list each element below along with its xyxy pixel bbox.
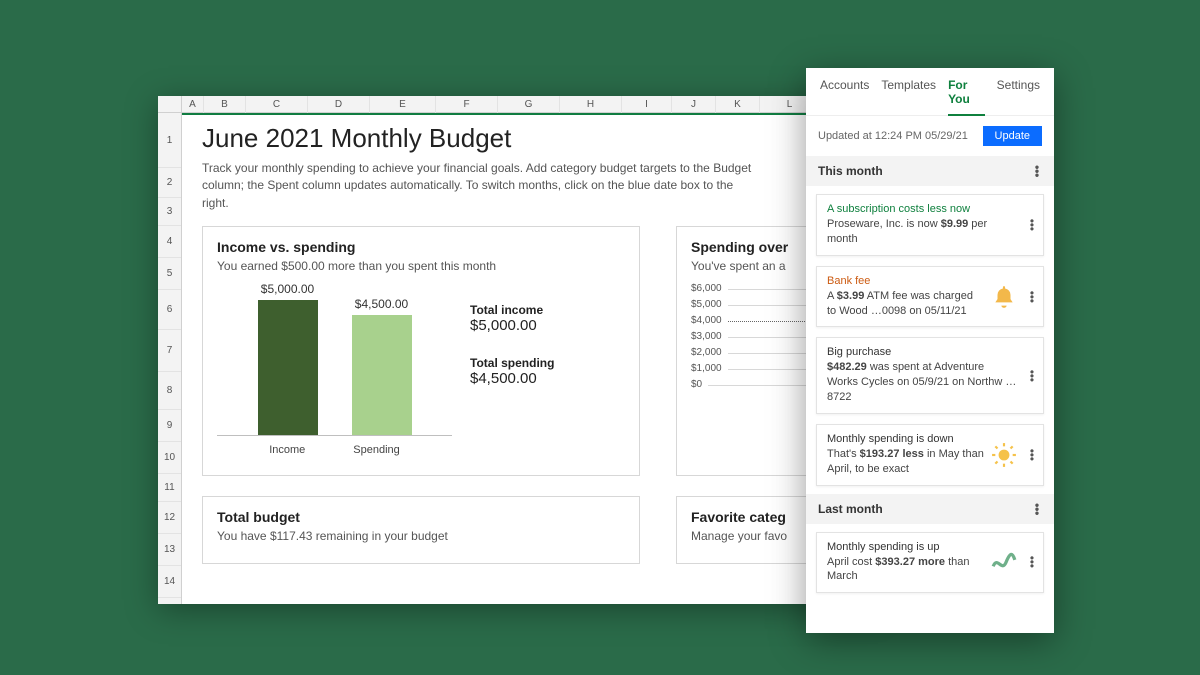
bar-spending-value: $4,500.00	[342, 297, 422, 311]
row-14[interactable]: 14	[158, 566, 181, 598]
insight-big-purchase[interactable]: Big purchase $482.29 was spent at Advent…	[816, 337, 1044, 414]
row-7[interactable]: 7	[158, 330, 181, 372]
row-12[interactable]: 12	[158, 502, 181, 534]
insight-body: April cost $393.27 more than March	[827, 555, 985, 585]
col-i[interactable]: I	[622, 96, 672, 113]
col-k[interactable]: K	[716, 96, 760, 113]
insight-subscription[interactable]: A subscription costs less now Proseware,…	[816, 194, 1044, 256]
bar-income-value: $5,000.00	[248, 282, 328, 296]
total-budget-card: Total budget You have $117.43 remaining …	[202, 496, 640, 564]
col-b[interactable]: B	[204, 96, 246, 113]
page-title: June 2021 Monthly Budget	[202, 123, 878, 154]
insight-bank-fee[interactable]: Bank fee A $3.99 ATM fee was charged to …	[816, 266, 1044, 328]
total-spending-hdr: Total spending	[470, 356, 554, 370]
row-9[interactable]: 9	[158, 410, 181, 442]
insight-headline: Bank fee	[827, 275, 985, 287]
row-10[interactable]: 10	[158, 442, 181, 474]
totalbudget-title: Total budget	[217, 509, 625, 525]
tab-for-you[interactable]: For You	[948, 78, 985, 116]
pane-tabs: Accounts Templates For You Settings	[806, 68, 1054, 116]
col-c[interactable]: C	[246, 96, 308, 113]
insight-headline: A subscription costs less now	[827, 203, 1017, 215]
bar-income: $5,000.00	[258, 300, 318, 435]
totalbudget-sub: You have $117.43 remaining in your budge…	[217, 529, 625, 543]
total-spending-val: $4,500.00	[470, 370, 554, 387]
section-last-month: Last month •••	[806, 494, 1054, 524]
col-g[interactable]: G	[498, 96, 560, 113]
insight-body: That's $193.27 less in May than April, t…	[827, 447, 985, 477]
select-all-cell[interactable]	[158, 96, 182, 112]
row-13[interactable]: 13	[158, 534, 181, 566]
more-icon[interactable]: •••	[1032, 503, 1042, 515]
more-icon[interactable]: •••	[1027, 219, 1037, 231]
bar-spending: $4,500.00	[352, 315, 412, 435]
bar-spending-label: Spending	[353, 444, 400, 456]
updated-text: Updated at 12:24 PM 05/29/21	[818, 130, 968, 142]
income-vs-spending-card: Income vs. spending You earned $500.00 m…	[202, 226, 640, 476]
total-income-val: $5,000.00	[470, 317, 554, 334]
this-month-cards: A subscription costs less now Proseware,…	[806, 186, 1054, 494]
sun-icon	[991, 442, 1017, 468]
col-d[interactable]: D	[308, 96, 370, 113]
page-subtitle: Track your monthly spending to achieve y…	[202, 160, 762, 212]
insight-body: $482.29 was spent at Adventure Works Cyc…	[827, 360, 1017, 405]
insight-headline: Monthly spending is down	[827, 433, 985, 445]
insight-headline: Big purchase	[827, 346, 1017, 358]
tab-templates[interactable]: Templates	[881, 78, 936, 115]
cell-grid[interactable]: June 2021 Monthly Budget Track your mont…	[182, 113, 878, 604]
col-h[interactable]: H	[560, 96, 622, 113]
more-icon[interactable]: •••	[1027, 449, 1037, 461]
spreadsheet-window: A B C D E F G H I J K L 1 2 3 4 5 6 7 8 …	[158, 96, 878, 604]
ivs-chart: $5,000.00 $4,500.00 Income Spending	[217, 281, 452, 456]
tab-accounts[interactable]: Accounts	[820, 78, 869, 115]
insight-body: Proseware, Inc. is now $9.99 per month	[827, 217, 1017, 247]
row-headers: 1 2 3 4 5 6 7 8 9 10 11 12 13 14	[158, 113, 182, 604]
more-icon[interactable]: •••	[1032, 165, 1042, 177]
more-icon[interactable]: •••	[1027, 291, 1037, 303]
col-a[interactable]: A	[182, 96, 204, 113]
row-2[interactable]: 2	[158, 168, 181, 198]
col-f[interactable]: F	[436, 96, 498, 113]
insight-body: A $3.99 ATM fee was charged to Wood …009…	[827, 289, 985, 319]
row-6[interactable]: 6	[158, 290, 181, 330]
row-11[interactable]: 11	[158, 474, 181, 502]
more-icon[interactable]: •••	[1027, 370, 1037, 382]
ivs-sub: You earned $500.00 more than you spent t…	[217, 259, 625, 273]
row-1[interactable]: 1	[158, 113, 181, 168]
col-e[interactable]: E	[370, 96, 436, 113]
row-5[interactable]: 5	[158, 258, 181, 290]
insight-spending-down[interactable]: Monthly spending is down That's $193.27 …	[816, 424, 1044, 486]
row-3[interactable]: 3	[158, 198, 181, 226]
bell-icon	[991, 284, 1017, 310]
row-8[interactable]: 8	[158, 372, 181, 410]
for-you-pane: Accounts Templates For You Settings Upda…	[806, 68, 1054, 633]
row-4[interactable]: 4	[158, 226, 181, 258]
section-this-month: This month •••	[806, 156, 1054, 186]
col-j[interactable]: J	[672, 96, 716, 113]
wave-icon	[991, 549, 1017, 575]
insight-headline: Monthly spending is up	[827, 541, 985, 553]
update-button[interactable]: Update	[983, 126, 1042, 146]
total-income-hdr: Total income	[470, 303, 554, 317]
insight-spending-up[interactable]: Monthly spending is up April cost $393.2…	[816, 532, 1044, 594]
last-month-cards: Monthly spending is up April cost $393.2…	[806, 524, 1054, 602]
bar-income-label: Income	[269, 444, 305, 456]
column-headers: A B C D E F G H I J K L	[158, 96, 878, 113]
tab-settings[interactable]: Settings	[997, 78, 1040, 115]
more-icon[interactable]: •••	[1027, 556, 1037, 568]
ivs-title: Income vs. spending	[217, 239, 625, 255]
